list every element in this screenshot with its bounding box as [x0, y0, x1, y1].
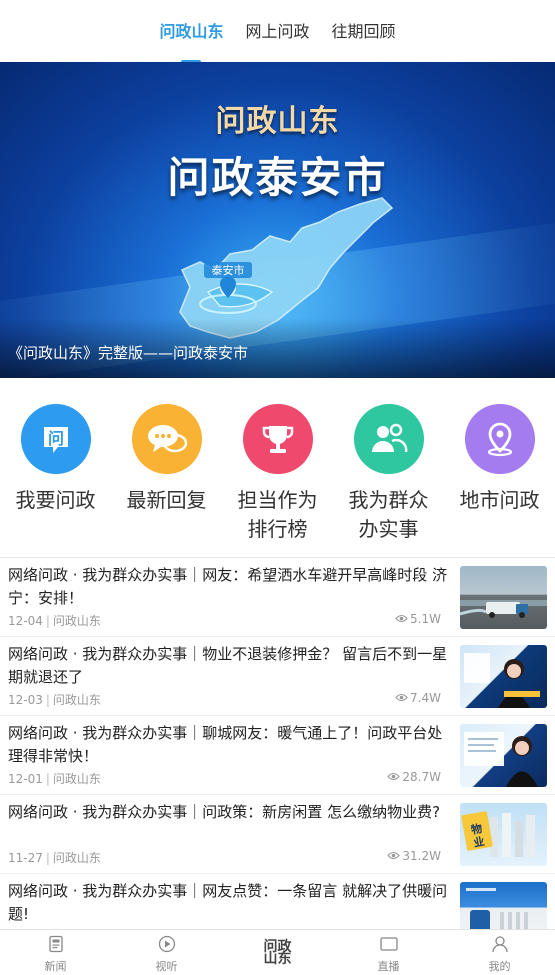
news-thumbnail: [460, 566, 547, 629]
people-icon: [353, 404, 424, 474]
nav-label: 新闻: [44, 960, 67, 973]
view-count: 7.4W: [395, 691, 441, 705]
nav-mine[interactable]: 我的: [444, 930, 555, 975]
news-title: 网络问政 · 我为群众办实事｜网友点赞：一条留言 就解决了供暖问题!: [8, 882, 448, 923]
nav-label: 我的: [488, 960, 511, 973]
entry-ask-question[interactable]: 问 我要问政: [0, 378, 111, 558]
tab-online-wenzheng[interactable]: 网上问政: [245, 18, 309, 50]
svg-text:问: 问: [47, 429, 63, 448]
eye-icon: [395, 612, 408, 626]
nav-video[interactable]: 视听: [111, 930, 222, 975]
entry-label: 最新回复: [126, 488, 207, 512]
list-item[interactable]: 网络问政 · 我为群众办实事｜网友：希望洒水车避开早高峰时段 济宁：安排！ 12…: [0, 558, 555, 637]
view-count: 28.7W: [387, 770, 441, 784]
nav-label: 直播: [377, 960, 400, 973]
message-bubbles-icon: [131, 404, 202, 474]
banner-caption: 《问政山东》完整版——问政泰安市: [0, 318, 555, 378]
entry-label: 我为群众 办实事: [348, 488, 429, 541]
tab-wenzheng-shandong[interactable]: 问政山东: [159, 18, 223, 64]
eye-icon: [387, 770, 401, 784]
nav-news[interactable]: 新闻: [0, 930, 111, 975]
list-item[interactable]: 网络问政 · 我为群众办实事｜聊城网友：暖气通上了！问政平台处理得非常快！ 12…: [0, 716, 555, 795]
news-meta: 12-04 | 问政山东: [8, 614, 101, 628]
entry-latest-replies[interactable]: 最新回复: [111, 378, 222, 558]
question-chat-icon: 问: [20, 404, 91, 474]
trophy-icon: [242, 404, 313, 474]
news-title: 网络问政 · 我为群众办实事｜物业不退装修押金？ 留言后不到一星期就退还了: [8, 645, 448, 686]
news-meta: 11-27 | 问政山东: [8, 851, 101, 865]
eye-icon: [395, 691, 408, 705]
news-thumbnail: 物业: [460, 803, 547, 866]
news-title: 网络问政 · 我为群众办实事｜问政策：新房闲置 怎么缴纳物业费?: [8, 803, 441, 821]
list-item[interactable]: 网络问政 · 我为群众办实事｜问政策：新房闲置 怎么缴纳物业费? 11-27 | 问…: [0, 795, 555, 874]
play-icon: [158, 935, 176, 957]
news-title: 网络问政 · 我为群众办实事｜网友：希望洒水车避开早高峰时段 济宁：安排！: [8, 566, 448, 607]
list-item[interactable]: 网络问政 · 我为群众办实事｜物业不退装修押金？ 留言后不到一星期就退还了 12…: [0, 637, 555, 716]
quick-entry-grid: 问 我要问政 最新回复 担当作为 排行榜 我为群众 办实事 地市问政: [0, 378, 555, 558]
wenzheng-logo: 问政 山东: [263, 939, 292, 967]
banner-title-small: 问政山东: [215, 104, 340, 139]
user-icon: [491, 935, 509, 957]
top-tab-bar: 问政山东 网上问政 往期回顾: [0, 0, 555, 64]
entry-label: 担当作为 排行榜: [237, 488, 318, 541]
news-meta: 12-03 | 问政山东: [8, 693, 101, 707]
entry-label: 地市问政: [459, 488, 540, 512]
entry-city-wenzheng[interactable]: 地市问政: [444, 378, 555, 558]
entry-ranking[interactable]: 担当作为 排行榜: [222, 378, 333, 558]
nav-wenzheng[interactable]: 问政 山东: [222, 930, 333, 975]
news-meta: 12-01 | 问政山东: [8, 772, 101, 786]
news-title: 网络问政 · 我为群众办实事｜聊城网友：暖气通上了！问政平台处理得非常快！: [8, 724, 443, 765]
hero-banner[interactable]: 问政山东 问政泰安市 泰安市 《问政山东》完整版——问政泰安市: [0, 62, 555, 378]
tabs: 问政山东 网上问政 往期回顾: [0, 18, 555, 64]
news-list: 网络问政 · 我为群众办实事｜网友：希望洒水车避开早高峰时段 济宁：安排！ 12…: [0, 558, 555, 953]
bottom-nav-bar: 新闻 视听 问政 山东 直播 我的: [0, 929, 555, 975]
location-pin-icon: [464, 404, 535, 474]
eye-icon: [387, 849, 401, 863]
nav-live[interactable]: 直播: [333, 930, 444, 975]
nav-label: 视听: [155, 960, 178, 973]
view-count: 31.2W: [387, 849, 441, 863]
live-icon: [379, 935, 399, 957]
entry-label: 我要问政: [15, 488, 96, 512]
news-icon: [47, 935, 65, 957]
news-thumbnail: [460, 724, 547, 787]
view-count: 5.1W: [395, 612, 441, 626]
map-label-taian: 泰安市: [212, 263, 245, 277]
tab-past-review[interactable]: 往期回顾: [332, 18, 396, 50]
entry-serve-people[interactable]: 我为群众 办实事: [333, 378, 444, 558]
news-thumbnail: [460, 645, 547, 708]
